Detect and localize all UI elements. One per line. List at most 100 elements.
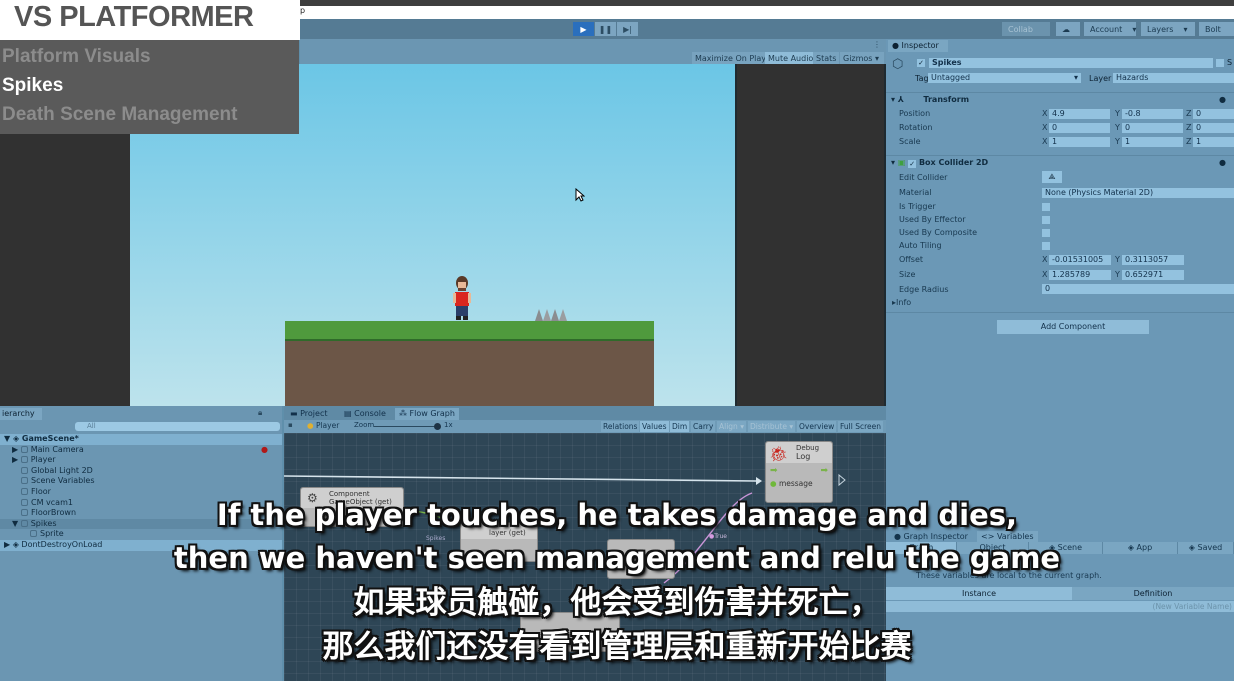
size-y-input[interactable]: 0.652971 [1122,270,1184,280]
rotation-y-input[interactable]: 0 [1122,123,1183,133]
used-by-composite-checkbox[interactable] [1042,229,1050,237]
offset-y-input[interactable]: 0.3113057 [1122,255,1184,265]
expand-arrow-icon[interactable]: ▼ [4,434,13,443]
position-y-input[interactable]: -0.8 [1122,109,1183,119]
tab-project[interactable]: ▬ Project [286,408,331,420]
zoom-value: 1x [444,421,453,429]
component-enabled-checkbox[interactable]: ✓ [908,160,917,168]
more-options-icon[interactable]: ⋮ [873,40,881,49]
maximize-on-play-toggle[interactable]: Maximize On Play [692,52,770,64]
control-flow-edge [284,475,757,482]
layers-dropdown[interactable]: Layers ▾ [1141,22,1195,36]
static-checkbox[interactable] [1216,59,1224,67]
transform-header[interactable]: ▾ ⅄ Transform ● [886,92,1234,105]
position-x-input[interactable]: 4.9 [1049,109,1110,119]
message-port[interactable]: ● message [766,479,832,488]
edge-radius-input[interactable]: 0 [1042,284,1234,294]
pause-button[interactable]: ❚❚ [595,22,616,36]
step-button[interactable]: ▶| [617,22,638,36]
row-label: Global Light 2D [31,465,93,475]
zoom-slider[interactable] [374,426,438,427]
tab-label: Project [300,409,328,418]
tag-dropdown[interactable]: Untagged ▾ [928,73,1081,83]
rotation-label: Rotation [899,123,933,132]
gizmos-toggle[interactable]: Gizmos [840,52,876,64]
stats-toggle[interactable]: Stats [813,52,840,64]
mute-audio-toggle[interactable]: Mute Audio [765,52,817,64]
tab-inspector[interactable]: ● Inspector [888,40,948,52]
expand-arrow-icon[interactable]: ▶ [12,455,18,464]
help-icon[interactable]: ● [1219,156,1226,169]
box-collider-header[interactable]: ▾ ▣ ✓ Box Collider 2D ● [886,155,1234,168]
tab-flow-graph[interactable]: ⁂ Flow Graph [395,408,459,420]
platform-grass [285,321,654,341]
edit-collider-button[interactable]: ⟁ [1042,171,1062,183]
lock-icon[interactable]: ▪ [288,421,293,429]
debug-log-node[interactable]: 🐞︎ Debug Log ➡ ➡ ● message [765,441,833,503]
relations-toggle[interactable]: Relations [601,421,640,432]
hierarchy-row-gamescene[interactable]: ▼ ◈ GameScene* [0,434,282,445]
collab-button[interactable]: Collab [1002,22,1050,36]
rotation-x-input[interactable]: 0 [1049,123,1110,133]
row-label: GameScene* [21,434,79,443]
scale-y-input[interactable]: 1 [1122,137,1183,147]
static-label: S [1227,58,1233,67]
hierarchy-search-input[interactable]: All [75,422,280,431]
dim-toggle[interactable]: Dim [670,421,690,432]
hierarchy-row-scene-variables[interactable]: Scene Variables [0,476,282,487]
info-foldout[interactable]: ▸Info [892,298,911,307]
foldout-arrow-icon: ▾ [891,95,898,104]
scale-x-input[interactable]: 1 [1049,137,1110,147]
used-by-effector-checkbox[interactable] [1042,216,1050,224]
component-title: Transform [923,95,970,104]
true-port[interactable]: ●True [709,533,727,540]
chapter-item-platform-visuals[interactable]: Platform Visuals [2,40,299,69]
stats-label: Stats [816,53,837,63]
rotation-z-input[interactable]: 0 [1193,123,1234,133]
material-field[interactable]: None (Physics Material 2D) [1042,188,1234,198]
position-z-input[interactable]: 0 [1193,109,1234,119]
hierarchy-row-floor[interactable]: Floor [0,487,282,498]
game-letterbox-right [735,64,886,406]
layer-dropdown[interactable]: Hazards [1113,73,1234,83]
value-port-icon: ● [770,479,777,488]
layout-dropdown[interactable]: Bolt [1199,22,1234,36]
breadcrumb[interactable]: ● Player [307,421,339,430]
distribute-dropdown[interactable]: Distribute ▾ [748,421,796,432]
tab-console[interactable]: ▤ Console [340,408,390,420]
is-trigger-checkbox[interactable] [1042,203,1050,211]
align-dropdown[interactable]: Align ▾ [717,421,746,432]
carry-toggle[interactable]: Carry [691,421,716,432]
input-flow-port-icon[interactable]: ➡ [770,466,778,476]
object-name-input[interactable]: Spikes [929,58,1213,68]
add-component-button[interactable]: Add Component [997,320,1149,334]
gizmos-dropdown[interactable]: ▾ [872,52,884,64]
full-screen-button[interactable]: Full Screen [838,421,883,432]
axis-x-label: X [1042,255,1048,264]
tab-hierarchy[interactable]: ierarchy [0,408,42,420]
output-flow-port-icon[interactable]: ➡ [820,466,828,476]
cloud-button[interactable]: ☁ [1056,22,1080,36]
scale-z-input[interactable]: 1 [1193,137,1234,147]
account-dropdown[interactable]: Account ▾ [1084,22,1136,36]
expand-arrow-icon[interactable]: ▶ [12,445,18,454]
chapter-item-death-scene-management[interactable]: Death Scene Management [2,98,299,127]
hierarchy-row-player[interactable]: ▶ Player [0,455,282,466]
chevron-down-icon: ▾ [875,53,880,63]
zoom-slider-handle[interactable] [434,423,441,430]
active-checkbox[interactable]: ✓ [917,59,925,67]
overview-button[interactable]: Overview [797,421,837,432]
offset-x-input[interactable]: -0.01531005 [1049,255,1111,265]
graph-icon: ⁂ [399,409,410,418]
hierarchy-row-main-camera[interactable]: ▶ Main Camera ● [0,445,282,456]
auto-tiling-checkbox[interactable] [1042,242,1050,250]
breadcrumb-label: Player [315,421,340,430]
help-icon[interactable]: ● [1219,93,1226,106]
values-toggle[interactable]: Values [640,421,669,432]
size-x-input[interactable]: 1.285789 [1049,270,1111,280]
play-button[interactable]: ▶ [573,22,594,36]
hierarchy-row-global-light[interactable]: Global Light 2D [0,466,282,477]
edge-radius-label: Edge Radius [899,285,949,294]
lock-icon[interactable]: 🔒︎ [258,408,262,418]
chapter-item-spikes[interactable]: Spikes [2,69,299,98]
